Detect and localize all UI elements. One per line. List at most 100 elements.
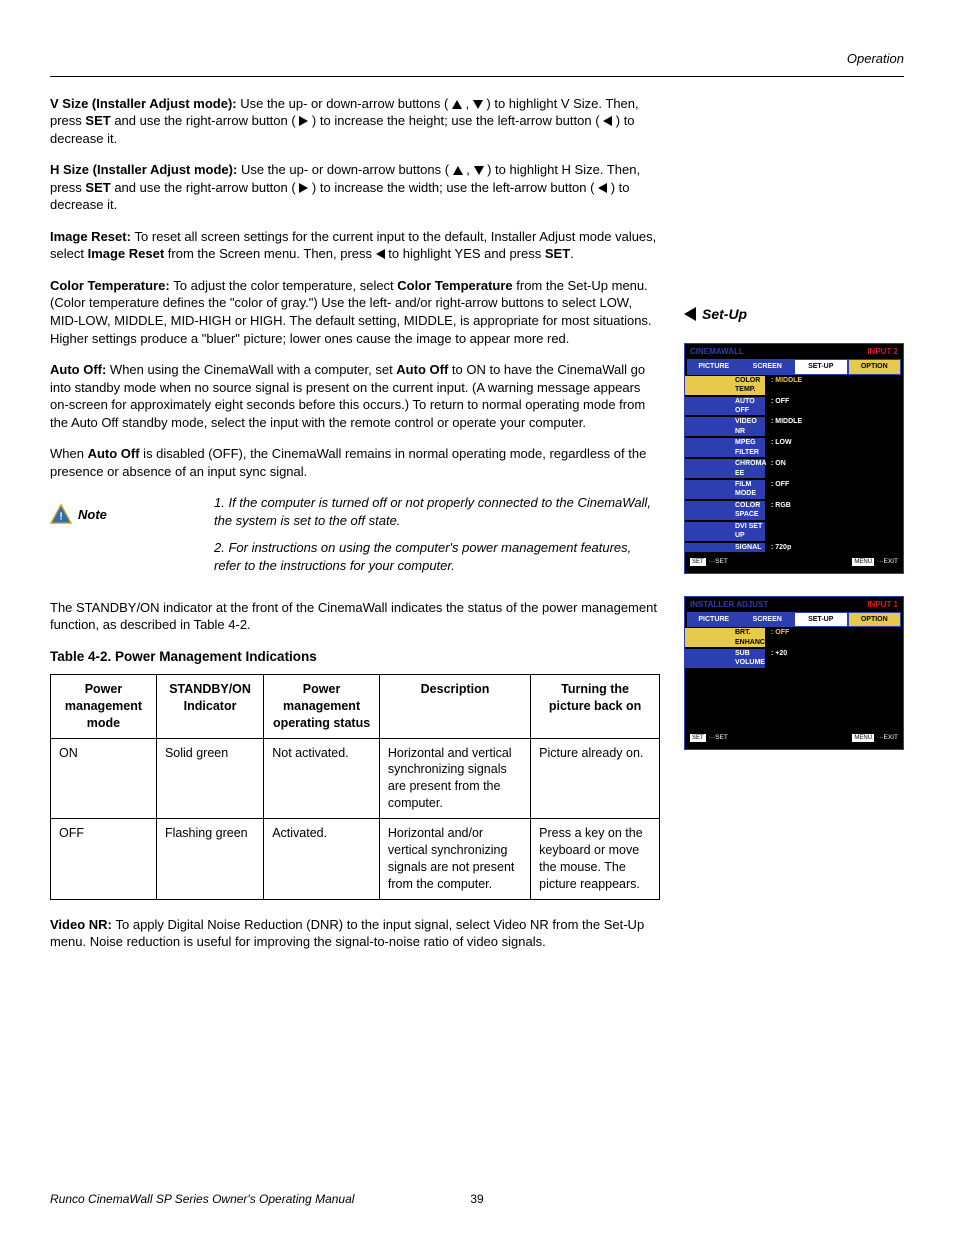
osd-row: AUTO OFF: OFF — [685, 396, 903, 417]
osd-row: FILM MODE: OFF — [685, 479, 903, 500]
up-arrow-icon — [453, 166, 463, 175]
osd-row-key: BRT. ENHANCE — [685, 628, 765, 647]
para-image-reset: Image Reset: To reset all screen setting… — [50, 228, 660, 263]
osd-installer-menu: INSTALLER ADJUST INPUT 1 PICTURESCREENSET-… — [684, 596, 904, 750]
osd-row-value: : ON — [765, 459, 786, 478]
para-auto-off-2: When Auto Off is disabled (OFF), the Cin… — [50, 445, 660, 480]
side-column: Set-Up CINEMAWALLINPUT 2PICTURESCREENSET… — [684, 95, 904, 965]
power-mgmt-table: Power management modeSTANDBY/ON Indicato… — [50, 674, 660, 900]
osd-title: CINEMAWALL — [690, 347, 744, 358]
osd-row-value: : LOW — [765, 438, 792, 457]
left-arrow-icon — [598, 183, 607, 193]
osd-row-key: AUTO OFF — [685, 397, 765, 416]
down-arrow-icon — [473, 100, 483, 109]
osd-row: DVI SET UP — [685, 521, 903, 542]
osd-row-key: VIDEO NR — [685, 417, 765, 436]
osd-row: CHROMA EE: ON — [685, 458, 903, 479]
left-arrow-icon — [603, 116, 612, 126]
osd-row-value: : OFF — [765, 628, 789, 647]
note-item-2: 2. For instructions on using the compute… — [214, 539, 660, 574]
osd-row-key: SIGNAL — [685, 543, 765, 552]
osd-tab: PICTURE — [687, 612, 741, 627]
table-cell: Not activated. — [264, 738, 380, 819]
table-header: Power management operating status — [264, 674, 380, 738]
osd-foot-left: SET···SET — [690, 558, 728, 567]
para-video-nr: Video NR: To apply Digital Noise Reducti… — [50, 916, 660, 951]
table-cell: ON — [51, 738, 157, 819]
osd-row-value: : +20 — [765, 649, 787, 668]
osd-row: COLOR TEMP.: MIDDLE — [685, 375, 903, 396]
warning-icon: ! — [50, 504, 72, 524]
osd-row: SIGNAL: 720p — [685, 542, 903, 553]
osd-row: SUB VOLUME: +20 — [685, 648, 903, 669]
left-arrow-icon — [684, 307, 696, 321]
osd-row: COLOR SPACE: RGB — [685, 500, 903, 521]
osd-setup-menu: CINEMAWALL INPUT 2 PICTURESCREENSET-UPOPTI… — [684, 343, 904, 573]
table-cell: Activated. — [264, 819, 380, 900]
table-header: STANDBY/ON Indicator — [156, 674, 263, 738]
note-label: Note — [78, 507, 107, 522]
osd-tab: OPTION — [848, 612, 902, 627]
osd-title: INSTALLER ADJUST — [690, 600, 768, 611]
table-cell: Flashing green — [156, 819, 263, 900]
osd-row: BRT. ENHANCE: OFF — [685, 627, 903, 648]
osd-row-key: SUB VOLUME — [685, 649, 765, 668]
up-arrow-icon — [452, 100, 462, 109]
osd-tab: OPTION — [848, 359, 902, 374]
page-footer: Runco CinemaWall SP Series Owner's Opera… — [50, 1191, 904, 1207]
table-title: Table 4-2. Power Management Indications — [50, 648, 660, 666]
para-standby: The STANDBY/ON indicator at the front of… — [50, 599, 660, 634]
osd-row-key: COLOR SPACE — [685, 501, 765, 520]
page-number: 39 — [470, 1191, 483, 1207]
osd-tab: SET-UP — [794, 612, 848, 627]
para-color-temp: Color Temperature: To adjust the color t… — [50, 277, 660, 347]
svg-text:!: ! — [59, 512, 62, 523]
left-arrow-icon — [376, 249, 385, 259]
osd-row-value — [765, 522, 771, 541]
footer-title: Runco CinemaWall SP Series Owner's Opera… — [50, 1191, 354, 1207]
table-row: OFFFlashing greenActivated.Horizontal an… — [51, 819, 660, 900]
para-auto-off: Auto Off: When using the CinemaWall with… — [50, 361, 660, 431]
section-header: Operation — [50, 50, 904, 68]
para-hsize: H Size (Installer Adjust mode): Use the … — [50, 161, 660, 214]
table-cell: Solid green — [156, 738, 263, 819]
osd-row-key: CHROMA EE — [685, 459, 765, 478]
osd-row-value: : OFF — [765, 397, 789, 416]
table-cell: Horizontal and vertical synchronizing si… — [379, 738, 530, 819]
para-vsize: V Size (Installer Adjust mode): Use the … — [50, 95, 660, 148]
osd-row: MPEG FILTER: LOW — [685, 437, 903, 458]
table-cell: Horizontal and/or vertical synchronizing… — [379, 819, 530, 900]
down-arrow-icon — [474, 166, 484, 175]
note-block: ! Note 1. If the computer is turned off … — [50, 494, 660, 584]
osd-input-label: INPUT 1 — [867, 600, 898, 611]
osd-row-key: FILM MODE — [685, 480, 765, 499]
note-item-1: 1. If the computer is turned off or not … — [214, 494, 660, 529]
table-cell: Picture already on. — [531, 738, 660, 819]
table-cell: OFF — [51, 819, 157, 900]
right-arrow-icon — [299, 183, 308, 193]
main-column: V Size (Installer Adjust mode): Use the … — [50, 95, 660, 965]
table-row: ONSolid greenNot activated.Horizontal an… — [51, 738, 660, 819]
osd-row: VIDEO NR: MIDDLE — [685, 416, 903, 437]
osd-tab: PICTURE — [687, 359, 741, 374]
osd-foot-left: SET···SET — [690, 734, 728, 743]
osd-row-key: COLOR TEMP. — [685, 376, 765, 395]
osd-row-key: DVI SET UP — [685, 522, 765, 541]
osd-row-value: : RGB — [765, 501, 791, 520]
osd-foot-right: MENU···EXIT — [852, 558, 898, 567]
table-header: Description — [379, 674, 530, 738]
osd-tab: SCREEN — [741, 612, 795, 627]
osd-row-value: : 720p — [765, 543, 791, 552]
table-header: Turning the picture back on — [531, 674, 660, 738]
osd-tab: SET-UP — [794, 359, 848, 374]
table-cell: Press a key on the keyboard or move the … — [531, 819, 660, 900]
osd-row-key: MPEG FILTER — [685, 438, 765, 457]
right-arrow-icon — [299, 116, 308, 126]
table-header: Power management mode — [51, 674, 157, 738]
osd-row-value: : MIDDLE — [765, 417, 802, 436]
side-heading: Set-Up — [684, 305, 904, 324]
osd-row-value: : OFF — [765, 480, 789, 499]
osd-tab: SCREEN — [741, 359, 795, 374]
osd-row-value: : MIDDLE — [765, 376, 802, 395]
osd-input-label: INPUT 2 — [867, 347, 898, 358]
